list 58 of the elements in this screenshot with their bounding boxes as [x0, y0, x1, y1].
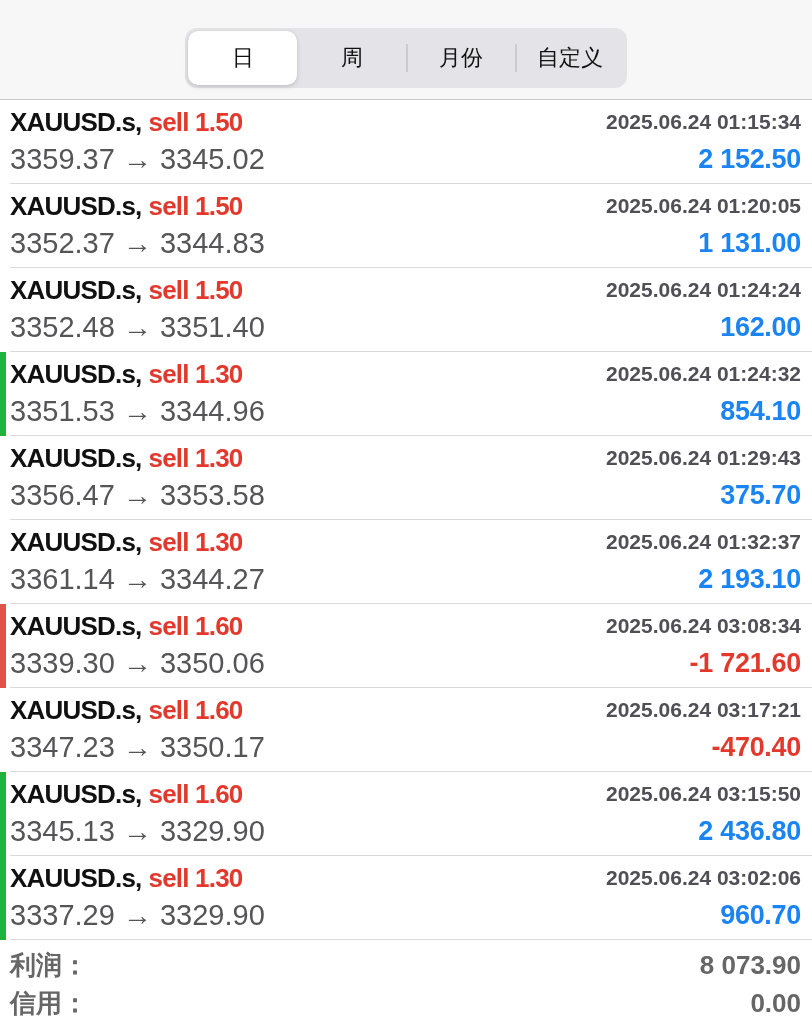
- profit-text: -1 721.60: [689, 648, 801, 679]
- time-text: 2025.06.24 03:17:21: [606, 698, 801, 722]
- order-text: sell 1.60: [148, 610, 243, 642]
- time-text: 2025.06.24 01:24:32: [606, 362, 801, 386]
- symbol-text: XAUUSD.s,: [10, 526, 142, 558]
- price-text: 3352.37 → 3344.83: [10, 227, 265, 260]
- time-text: 2025.06.24 03:08:34: [606, 614, 801, 638]
- order-text: sell 1.30: [148, 442, 243, 474]
- profit-text: -470.40: [711, 732, 801, 763]
- price-text: 3351.53 → 3344.96: [10, 395, 265, 428]
- symbol-text: XAUUSD.s,: [10, 610, 142, 642]
- summary-label: 利润：: [10, 949, 88, 981]
- price-text: 3356.47 → 3353.58: [10, 479, 265, 512]
- summary-value: 0.00: [750, 987, 801, 1019]
- order-text: sell 1.50: [148, 190, 243, 222]
- symbol-text: XAUUSD.s,: [10, 778, 142, 810]
- period-tab[interactable]: 周: [297, 31, 406, 85]
- time-text: 2025.06.24 01:20:05: [606, 194, 801, 218]
- order-text: sell 1.50: [148, 274, 243, 306]
- symbol-text: XAUUSD.s,: [10, 274, 142, 306]
- profit-text: 960.70: [720, 900, 801, 931]
- time-text: 2025.06.24 01:24:24: [606, 278, 801, 302]
- time-text: 2025.06.24 03:02:06: [606, 866, 801, 890]
- price-text: 3352.48 → 3351.40: [10, 311, 265, 344]
- order-text: sell 1.30: [148, 526, 243, 558]
- order-text: sell 1.30: [148, 358, 243, 390]
- symbol-text: XAUUSD.s,: [10, 358, 142, 390]
- price-text: 3339.30 → 3350.06: [10, 647, 265, 680]
- profit-text: 854.10: [720, 396, 801, 427]
- profit-text: 1 131.00: [698, 228, 801, 259]
- summary-value: 8 073.90: [699, 949, 801, 981]
- price-text: 3345.13 → 3329.90: [10, 815, 265, 848]
- price-text: 3359.37 → 3345.02: [10, 143, 265, 176]
- symbol-text: XAUUSD.s,: [10, 190, 142, 222]
- profit-text: 162.00: [720, 312, 801, 343]
- profit-text: 2 193.10: [698, 564, 801, 595]
- period-tab[interactable]: 自定义: [515, 31, 624, 85]
- period-tab[interactable]: 日: [188, 31, 297, 85]
- symbol-text: XAUUSD.s,: [10, 862, 142, 894]
- time-text: 2025.06.24 01:15:34: [606, 110, 801, 134]
- symbol-text: XAUUSD.s,: [10, 106, 142, 138]
- period-tab[interactable]: 月份: [406, 31, 515, 85]
- profit-text: 375.70: [720, 480, 801, 511]
- profit-text: 2 436.80: [698, 816, 801, 847]
- summary-label: 信用：: [10, 987, 88, 1019]
- time-text: 2025.06.24 01:32:37: [606, 530, 801, 554]
- symbol-text: XAUUSD.s,: [10, 694, 142, 726]
- order-text: sell 1.50: [148, 106, 243, 138]
- price-text: 3361.14 → 3344.27: [10, 563, 265, 596]
- order-text: sell 1.60: [148, 694, 243, 726]
- time-text: 2025.06.24 01:29:43: [606, 446, 801, 470]
- order-text: sell 1.60: [148, 778, 243, 810]
- symbol-text: XAUUSD.s,: [10, 442, 142, 474]
- price-text: 3337.29 → 3329.90: [10, 899, 265, 932]
- time-text: 2025.06.24 03:15:50: [606, 782, 801, 806]
- order-text: sell 1.30: [148, 862, 243, 894]
- profit-text: 2 152.50: [698, 144, 801, 175]
- price-text: 3347.23 → 3350.17: [10, 731, 265, 764]
